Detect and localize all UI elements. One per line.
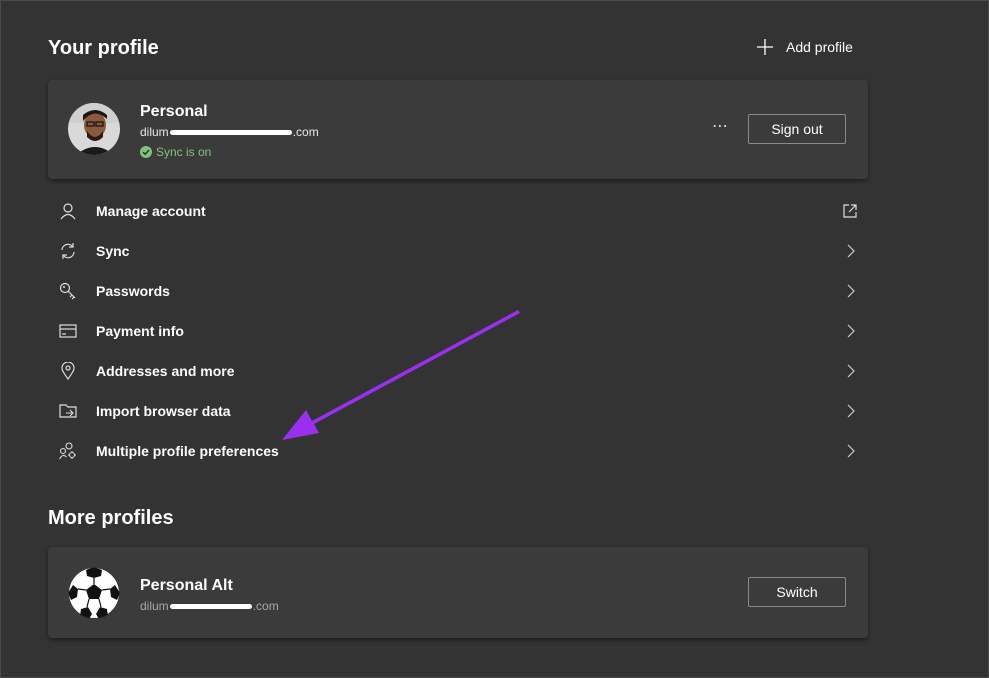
chevron-right-icon [842,243,858,259]
menu-item-label: Passwords [96,283,170,299]
switch-profile-button[interactable]: Switch [748,577,846,607]
credit-card-icon [58,321,78,341]
menu-item-label: Import browser data [96,403,231,419]
profile-name: Personal [140,103,208,120]
add-profile-label: Add profile [786,39,853,55]
more-options-button[interactable]: ⋯ [712,116,729,136]
chevron-right-icon [842,363,858,379]
menu-item-import-browser-data[interactable]: Import browser data [48,391,868,431]
person-icon [58,201,78,221]
chevron-right-icon [842,283,858,299]
menu-item-label: Multiple profile preferences [96,443,279,459]
check-circle-icon [140,146,152,158]
location-pin-icon [58,361,78,381]
avatar [68,103,120,155]
import-folder-icon [58,401,78,421]
menu-item-payment-info[interactable]: Payment info [48,311,868,351]
menu-item-passwords[interactable]: Passwords [48,271,868,311]
profile-email: dilum .com [140,125,319,139]
avatar [68,567,120,619]
profiles-settings-icon [58,441,78,461]
menu-item-label: Sync [96,243,130,259]
profile-email: dilum .com [140,599,279,613]
external-link-icon [842,203,858,219]
menu-item-label: Payment info [96,323,184,339]
menu-item-manage-account[interactable]: Manage account [48,191,868,231]
profile-name: Personal Alt [140,577,233,594]
sign-out-button[interactable]: Sign out [748,114,846,144]
chevron-right-icon [842,443,858,459]
menu-item-label: Addresses and more [96,363,235,379]
add-profile-button[interactable]: Add profile [756,36,853,58]
key-icon [58,281,78,301]
chevron-right-icon [842,323,858,339]
sync-status: Sync is on [140,145,211,159]
sync-icon [58,241,78,261]
menu-item-sync[interactable]: Sync [48,231,868,271]
chevron-right-icon [842,403,858,419]
current-profile-card: Personal dilum .com Sync is on ⋯ Sign out [48,80,868,179]
your-profile-heading: Your profile [48,37,159,59]
plus-icon [756,38,774,56]
menu-item-label: Manage account [96,203,206,219]
menu-item-addresses[interactable]: Addresses and more [48,351,868,391]
more-profiles-heading: More profiles [48,507,174,529]
menu-item-multiple-profile-preferences[interactable]: Multiple profile preferences [48,431,868,471]
alt-profile-card: Personal Alt dilum .com Switch [48,547,868,638]
